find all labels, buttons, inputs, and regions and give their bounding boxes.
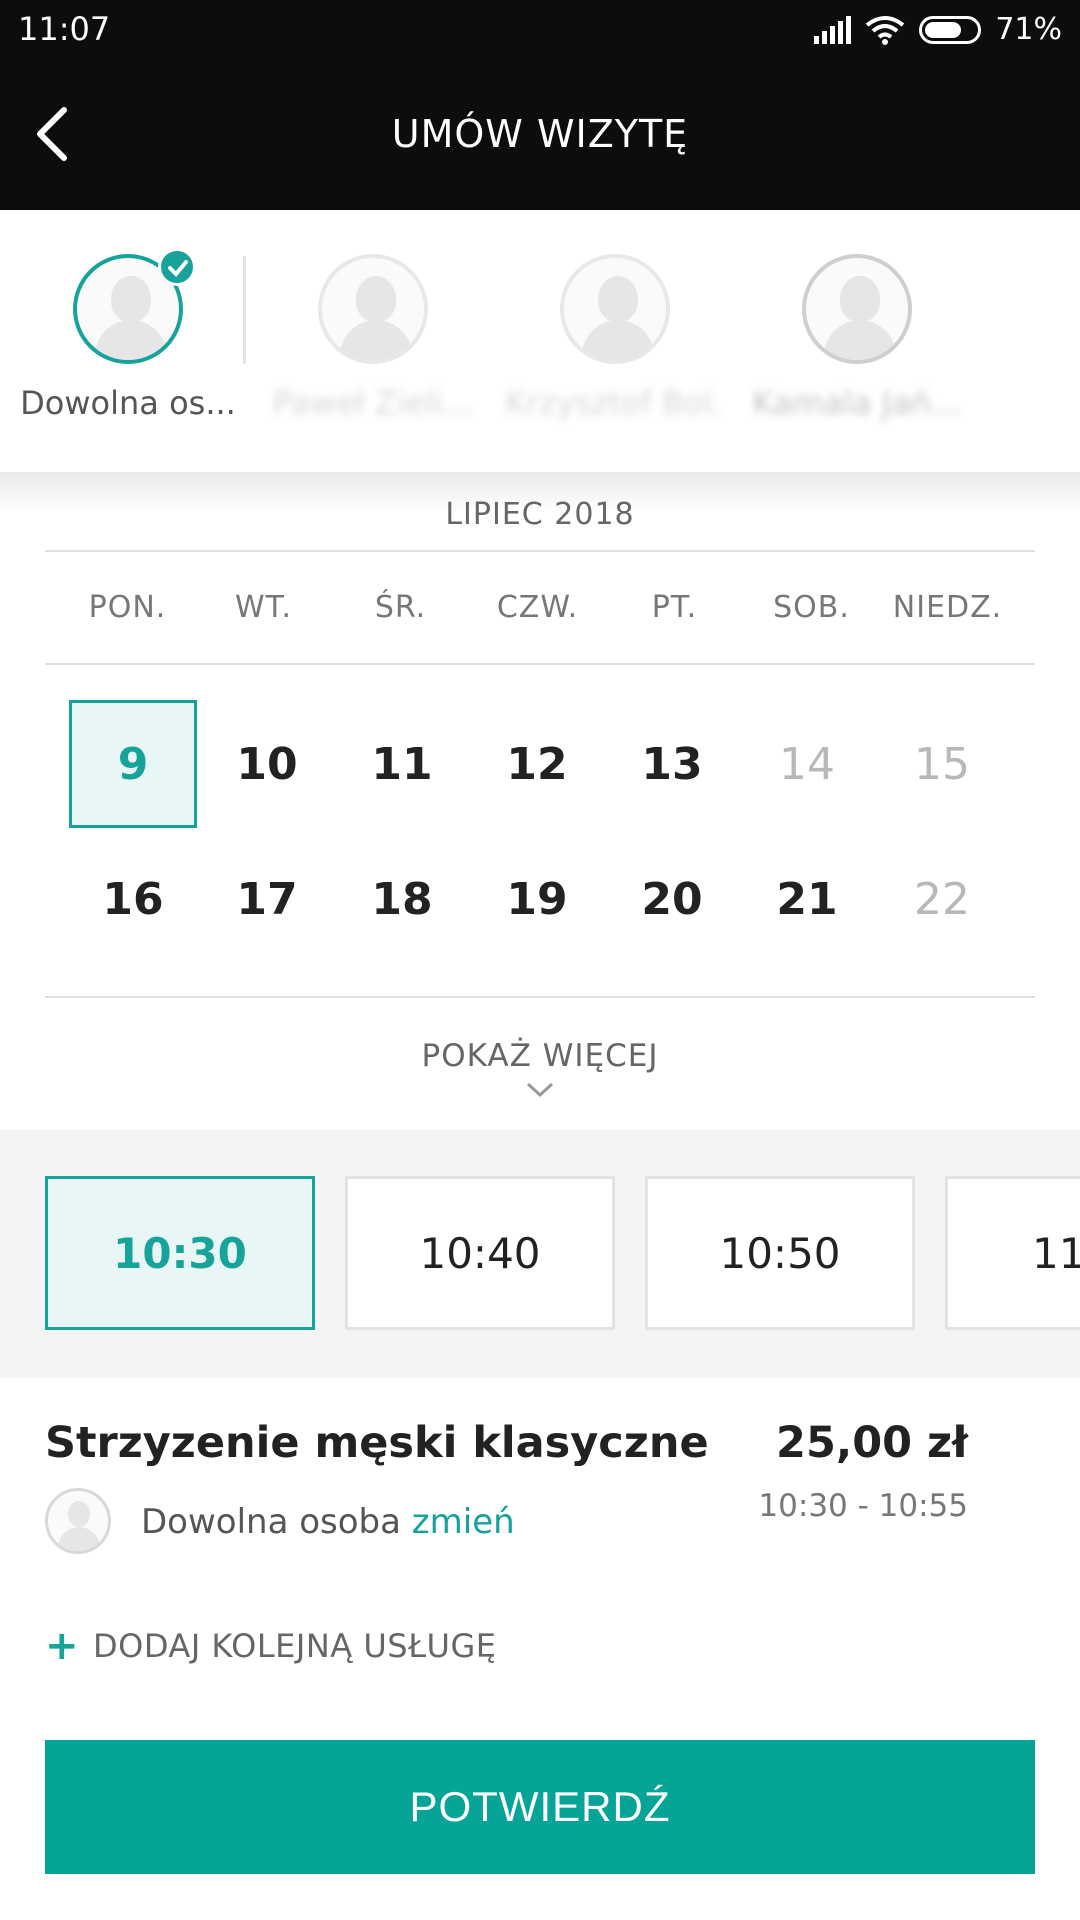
staff-selector: Dowolna os... Paweł Zieli... Krzysztof B… <box>0 210 1080 472</box>
avatar <box>318 254 428 364</box>
divider <box>45 996 1035 998</box>
time-slot[interactable]: 10:50 <box>645 1176 915 1330</box>
calendar-day[interactable]: 10 <box>203 700 331 828</box>
staff-name: Kamala Jań... <box>752 384 962 422</box>
avatar <box>45 1488 111 1554</box>
avatar <box>560 254 670 364</box>
app-header: UMÓW WIZYTĘ <box>0 60 1080 210</box>
calendar-day[interactable]: 9 <box>69 700 197 828</box>
wifi-icon <box>866 15 905 45</box>
weekday-label: PON. <box>88 590 167 625</box>
add-service-label: DODAJ KOLEJNĄ USŁUGĘ <box>93 1627 497 1665</box>
confirm-button[interactable]: POTWIERDŹ <box>45 1740 1035 1874</box>
battery-icon <box>919 15 982 44</box>
calendar-day[interactable]: 19 <box>473 835 601 963</box>
service-time-range: 10:30 - 10:55 <box>758 1488 968 1524</box>
avatar <box>802 254 912 364</box>
signal-icon <box>814 15 852 44</box>
calendar-day[interactable]: 21 <box>743 835 871 963</box>
calendar-day[interactable]: 11 <box>338 700 466 828</box>
weekday-label: WT. <box>235 590 292 625</box>
calendar-day[interactable]: 20 <box>608 835 736 963</box>
calendar-day[interactable]: 17 <box>203 835 331 963</box>
add-service-button[interactable]: + DODAJ KOLEJNĄ USŁUGĘ <box>45 1623 496 1669</box>
show-more-button[interactable]: POKAŻ WIĘCEJ <box>0 1038 1080 1074</box>
weekday-label: SOB. <box>773 590 850 625</box>
calendar-day[interactable]: 14 <box>743 700 871 828</box>
staff-any-person[interactable]: Dowolna os... <box>18 248 238 422</box>
check-icon <box>158 248 196 286</box>
staff-name: Krzysztof Bol... <box>505 384 725 422</box>
service-price: 25,00 zł <box>776 1418 968 1468</box>
weekday-label: NIEDZ. <box>892 590 1003 625</box>
staff-name: Dowolna os... <box>20 384 236 422</box>
divider <box>45 663 1035 665</box>
assigned-person: Dowolna osoba zmień <box>141 1502 515 1542</box>
change-person-link[interactable]: zmień <box>412 1502 515 1542</box>
staff-name: Paweł Zieli... <box>272 384 474 422</box>
weekday-label: PT. <box>651 590 698 625</box>
plus-icon: + <box>45 1623 80 1669</box>
calendar-day[interactable]: 13 <box>608 700 736 828</box>
calendar-day[interactable]: 16 <box>69 835 197 963</box>
chevron-down-icon[interactable] <box>525 1080 555 1100</box>
divider <box>243 256 246 364</box>
time-slot[interactable]: 11:00 <box>945 1176 1080 1330</box>
staff-member[interactable]: Kamala Jań... <box>747 254 967 422</box>
staff-member[interactable]: Krzysztof Bol... <box>505 254 725 422</box>
divider <box>45 550 1035 552</box>
calendar-day[interactable]: 18 <box>338 835 466 963</box>
calendar-day[interactable]: 15 <box>878 700 1006 828</box>
time-slot[interactable]: 10:30 <box>45 1176 315 1330</box>
time-slot-strip[interactable]: 10:30 10:40 10:50 11:00 <box>0 1130 1080 1378</box>
service-name: Strzyzenie męski klasyczne <box>45 1418 709 1468</box>
calendar-day[interactable]: 12 <box>473 700 601 828</box>
time-slot[interactable]: 10:40 <box>345 1176 615 1330</box>
calendar-month: LIPIEC 2018 <box>445 497 635 532</box>
weekday-label: CZW. <box>496 590 579 625</box>
status-bar: 11:07 71% <box>0 0 1080 60</box>
calendar-day[interactable]: 22 <box>878 835 1006 963</box>
battery-percent: 71% <box>995 12 1062 47</box>
staff-member[interactable]: Paweł Zieli... <box>263 254 483 422</box>
status-icons: 71% <box>814 12 1062 47</box>
status-time: 11:07 <box>18 10 111 48</box>
assigned-person-label: Dowolna osoba <box>141 1502 401 1542</box>
page-title: UMÓW WIZYTĘ <box>391 112 689 156</box>
weekday-label: ŚR. <box>374 590 427 625</box>
